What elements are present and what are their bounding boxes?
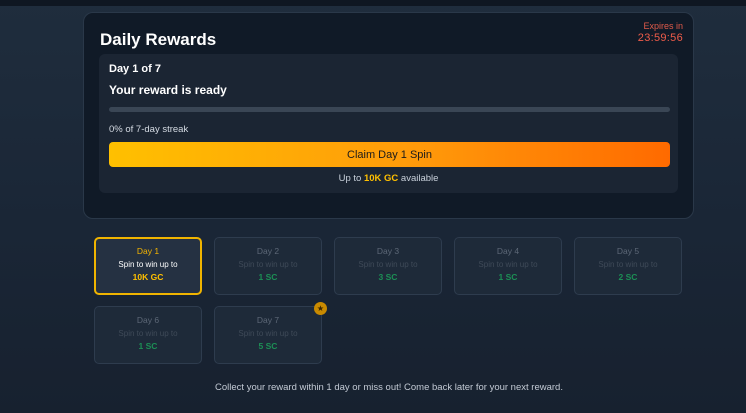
day-description: Spin to win up to [118,260,178,269]
day-label: Day 2 [256,246,280,256]
day-card-6[interactable]: Day 6 Spin to win up to 1 SC [94,306,202,364]
reward-ready-text: Your reward is ready [109,83,227,97]
day-amount: 3 SC [378,272,398,282]
day-card-4[interactable]: Day 4 Spin to win up to 1 SC [454,237,562,295]
day-amount: 10K GC [132,272,164,282]
footer-note: Collect your reward within 1 day or miss… [215,382,563,393]
day-card-1[interactable]: Day 1 Spin to win up to 10K GC [94,237,202,295]
streak-text: 0% of 7-day streak [109,124,189,135]
expires-label: Expires in [643,21,683,31]
streak-progress-bar [109,107,670,112]
reward-status-card: Day 1 of 7 Your reward is ready 0% of 7-… [99,54,678,193]
day-amount: 1 SC [258,272,278,282]
day-description: Spin to win up to [598,260,658,269]
day-card-5[interactable]: Day 5 Spin to win up to 2 SC [574,237,682,295]
upto-amount: 10K GC [363,173,399,184]
top-bar [0,0,746,6]
day-amount: 5 SC [258,341,278,351]
day-card-2[interactable]: Day 2 Spin to win up to 1 SC [214,237,322,295]
daily-rewards-panel: Daily Rewards Expires in 23:59:56 Day 1 … [83,12,694,219]
day-label: Day 3 [376,246,400,256]
star-icon: ★ [314,302,327,315]
day-label: Day 5 [616,246,640,256]
day-description: Spin to win up to [238,329,298,338]
day-label: Day 6 [136,315,160,325]
day-amount: 1 SC [138,341,158,351]
day-amount: 2 SC [618,272,638,282]
available-reward-text: Up to 10K GC available [99,173,678,184]
day-label: Day 1 [136,246,160,256]
page-title: Daily Rewards [100,30,217,49]
day-card-7[interactable]: Day 7 Spin to win up to 5 SC [214,306,322,364]
day-counter: Day 1 of 7 [109,63,161,75]
day-amount: 1 SC [498,272,518,282]
day-description: Spin to win up to [358,260,418,269]
day-description: Spin to win up to [118,329,178,338]
day-description: Spin to win up to [478,260,538,269]
day-label: Day 7 [256,315,280,325]
upto-prefix: Up to [338,173,362,184]
day-card-3[interactable]: Day 3 Spin to win up to 3 SC [334,237,442,295]
upto-suffix: available [400,173,439,184]
claim-spin-button[interactable]: Claim Day 1 Spin [109,142,670,167]
expires-timer: 23:59:56 [637,32,683,44]
day-description: Spin to win up to [238,260,298,269]
day-label: Day 4 [496,246,520,256]
